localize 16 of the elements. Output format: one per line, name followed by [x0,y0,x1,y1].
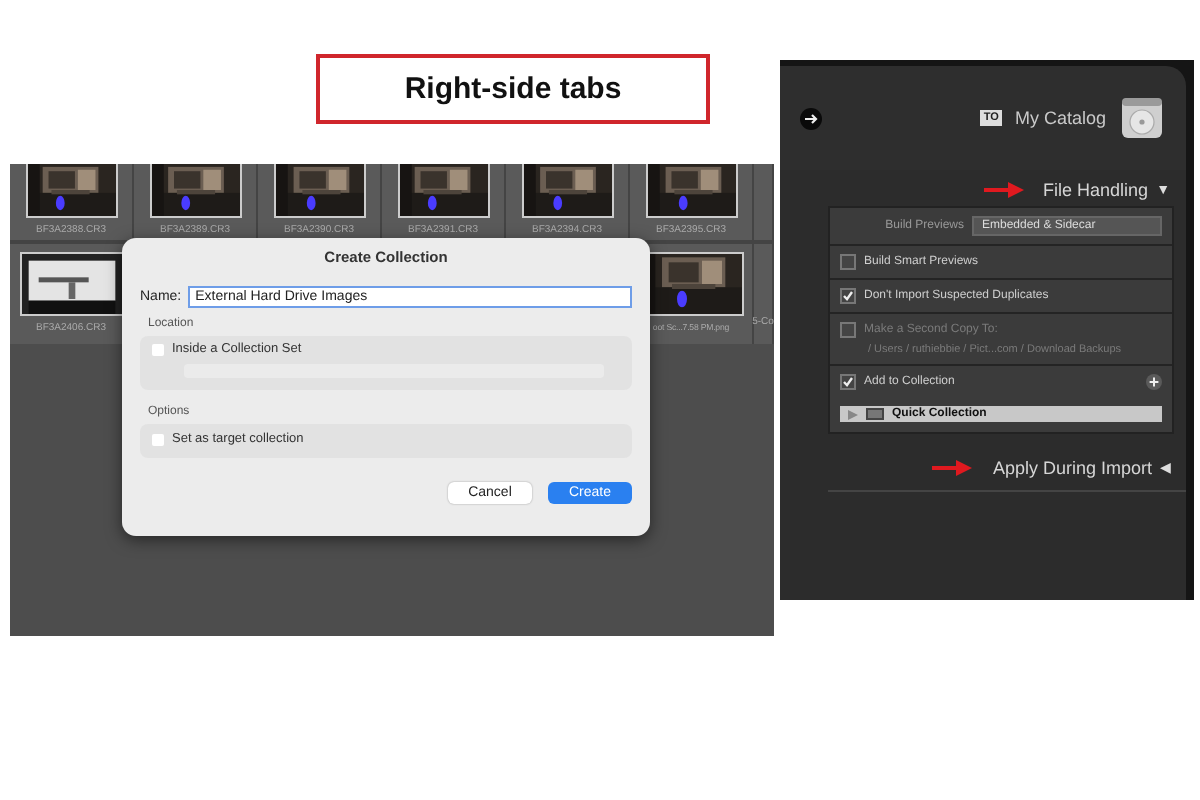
checkbox[interactable] [840,288,856,304]
section-title[interactable]: File Handling [1043,180,1149,200]
disclosure-triangle-icon[interactable] [848,409,858,419]
arrow-circle-icon[interactable] [800,107,822,129]
plus-icon[interactable] [1146,374,1162,390]
section-title[interactable]: Apply During Import [992,458,1152,478]
hard-drive-icon [1118,94,1166,142]
checkbox[interactable] [840,374,856,390]
checkbox[interactable] [840,254,856,270]
collection-icon [866,408,884,420]
annotation-title: Right-side tabs [316,54,710,124]
checkbox[interactable] [152,343,164,355]
checkbox[interactable] [152,433,164,445]
arrow-icon [983,180,1024,200]
arrow-icon [932,458,973,478]
catalog-title: My Catalog [1014,108,1106,128]
